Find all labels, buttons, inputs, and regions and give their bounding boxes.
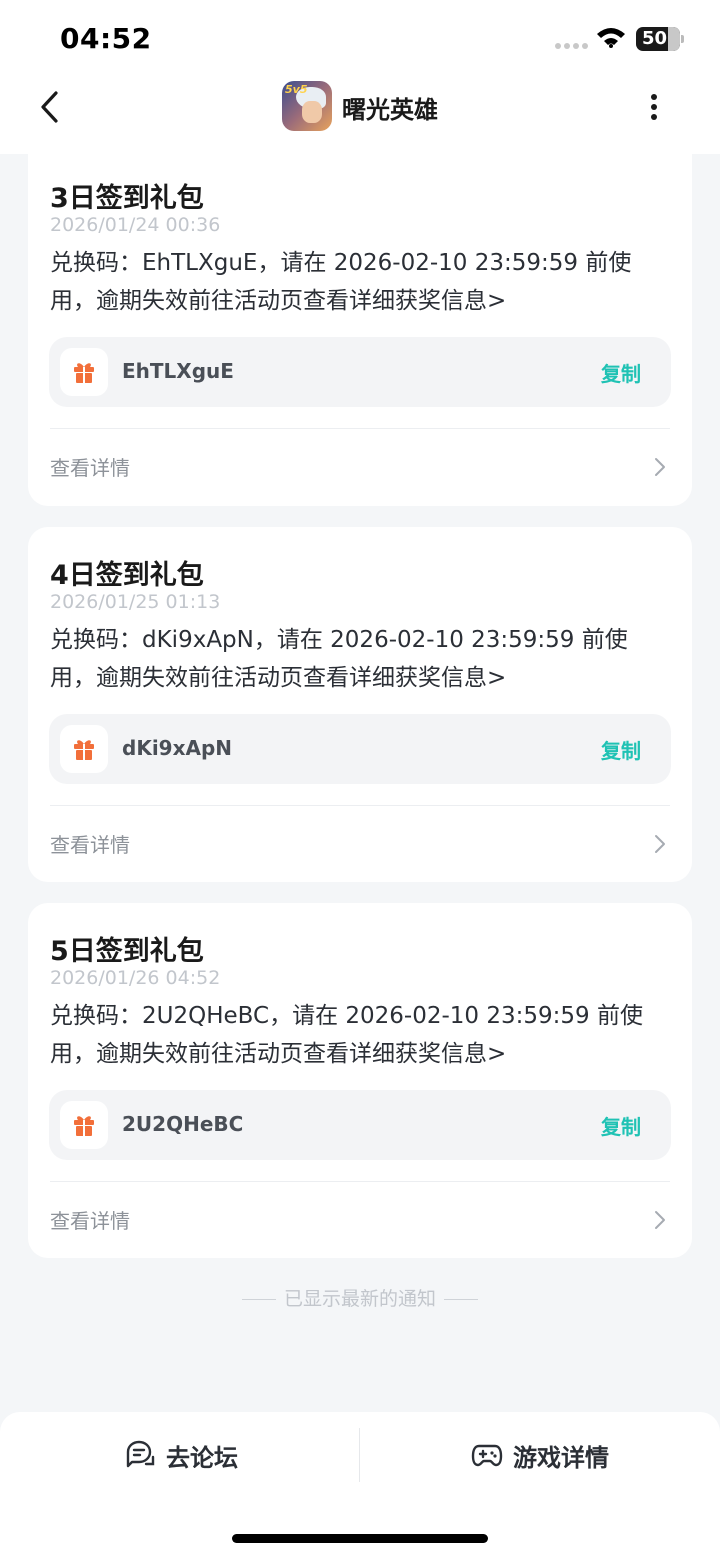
redeem-code-box: dKi9xApN 复制 [49,714,671,784]
cellular-signal-icon [555,43,588,49]
view-details-row[interactable]: 查看详情 [28,1182,692,1258]
redeem-code: dKi9xApN [122,736,233,760]
card-date: 2026/01/25 01:13 [50,591,221,613]
divider [444,1299,478,1300]
gift-tile [60,348,108,396]
card-title: 5日签到礼包 [50,936,204,967]
redeem-code: EhTLXguE [122,359,234,383]
view-details-row[interactable]: 查看详情 [28,806,692,882]
chevron-right-icon [655,458,665,476]
divider [359,1428,360,1482]
redeem-code-box: EhTLXguE 复制 [49,337,671,407]
divider [241,1299,276,1300]
more-options-icon[interactable] [650,94,658,120]
redeem-code: 2U2QHeBC [122,1112,244,1136]
app-icon-badge: 5v5 [285,83,308,96]
battery-icon: 50 [636,27,684,51]
gift-tile [60,725,108,773]
card-message[interactable]: 兑换码：EhTLXguE，请在 2026-02-10 23:59:59 前使用，… [50,244,662,320]
card-title: 3日签到礼包 [50,183,204,214]
card-title: 4日签到礼包 [50,560,204,591]
view-details-label: 查看详情 [50,833,130,857]
gift-icon [74,363,94,383]
gift-tile [60,1101,108,1149]
notification-card: 3日签到礼包 2026/01/24 00:36 兑换码：EhTLXguE，请在 … [28,150,692,506]
chat-bubble-icon [126,1440,155,1468]
status-time: 04:52 [60,22,152,55]
copy-button[interactable]: 复制 [601,1111,641,1140]
battery-level: 50 [642,28,668,49]
card-message[interactable]: 兑换码：2U2QHeBC，请在 2026-02-10 23:59:59 前使用，… [50,997,662,1073]
game-details-button[interactable]: 游戏详情 [471,1424,621,1486]
chevron-right-icon [655,835,665,853]
card-date: 2026/01/26 04:52 [50,967,221,989]
end-of-list-text: 已显示最新的通知 [283,1288,436,1310]
chevron-right-icon [655,1211,665,1229]
home-indicator [232,1534,488,1543]
gamepad-icon [471,1444,503,1467]
copy-button[interactable]: 复制 [601,358,641,387]
nav-bar: 5v5 曙光英雄 [0,78,720,154]
app-icon: 5v5 [282,81,332,131]
status-bar: 04:52 50 [0,0,720,78]
game-details-label: 游戏详情 [513,1444,609,1472]
card-message[interactable]: 兑换码：dKi9xApN，请在 2026-02-10 23:59:59 前使用，… [50,621,662,697]
end-of-list-note: 已显示最新的通知 [0,1284,720,1311]
notification-card: 5日签到礼包 2026/01/26 04:52 兑换码：2U2QHeBC，请在 … [28,903,692,1258]
back-arrow-icon[interactable] [38,90,62,124]
forum-button[interactable]: 去论坛 [124,1424,254,1486]
redeem-code-box: 2U2QHeBC 复制 [49,1090,671,1160]
page-title: 曙光英雄 [342,96,438,124]
copy-button[interactable]: 复制 [601,735,641,764]
wifi-icon [597,28,625,48]
card-date: 2026/01/24 00:36 [50,214,221,236]
view-details-label: 查看详情 [50,456,130,480]
gift-icon [74,1116,94,1136]
forum-label: 去论坛 [166,1444,238,1472]
notification-card: 4日签到礼包 2026/01/25 01:13 兑换码：dKi9xApN，请在 … [28,527,692,882]
gift-icon [74,740,94,760]
view-details-row[interactable]: 查看详情 [28,429,692,505]
view-details-label: 查看详情 [50,1209,130,1233]
